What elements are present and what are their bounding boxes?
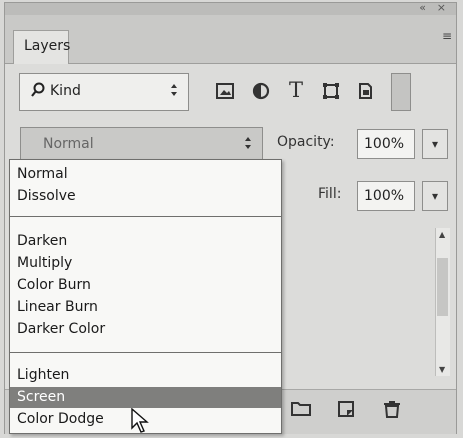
tab-layers-label: Layers <box>24 38 71 54</box>
blend-option-color-burn[interactable]: Color Burn <box>10 275 281 296</box>
collapse-panel-button[interactable]: « <box>419 2 426 14</box>
panel-menu-icon[interactable]: ≡ <box>442 29 452 43</box>
blend-option-darker-color[interactable]: Darker Color <box>10 319 281 340</box>
close-panel-button[interactable]: × <box>437 2 446 14</box>
fill-dropdown-button[interactable]: ▾ <box>422 181 448 211</box>
mouse-pointer-icon <box>130 407 152 438</box>
blend-option-lighten[interactable]: Lighten <box>10 365 281 386</box>
trash-icon[interactable] <box>383 400 401 423</box>
type-filter-icon[interactable]: T <box>283 77 309 103</box>
scrollbar-thumb[interactable] <box>437 258 448 316</box>
select-arrows-icon <box>170 83 178 100</box>
filter-toggle[interactable] <box>391 73 411 111</box>
blend-mode-value: Normal <box>43 136 94 152</box>
opacity-dropdown-button[interactable]: ▾ <box>422 129 448 159</box>
blend-option-dissolve[interactable]: Dissolve <box>10 186 281 207</box>
filter-kind-label: Kind <box>50 83 81 99</box>
blend-option-linear-burn[interactable]: Linear Burn <box>10 297 281 318</box>
blend-mode-select[interactable]: Normal <box>20 127 263 161</box>
smart-object-filter-icon[interactable] <box>353 79 377 103</box>
blend-option-multiply[interactable]: Multiply <box>10 253 281 274</box>
select-arrows-icon <box>244 136 252 153</box>
search-icon <box>30 82 46 102</box>
filter-kind-select[interactable]: Kind <box>19 73 189 111</box>
shape-filter-icon[interactable] <box>319 79 343 103</box>
new-layer-icon[interactable] <box>337 400 355 423</box>
adjustment-filter-icon[interactable] <box>249 79 273 103</box>
opacity-label: Opacity: <box>277 134 335 150</box>
blend-option-darken[interactable]: Darken <box>10 231 281 252</box>
menu-separator <box>10 352 281 353</box>
scroll-down-icon[interactable]: ▼ <box>439 365 445 374</box>
scroll-up-icon[interactable]: ▲ <box>439 230 445 239</box>
blend-option-normal[interactable]: Normal <box>10 164 281 185</box>
fill-label: Fill: <box>318 186 342 202</box>
menu-separator <box>10 216 281 217</box>
blend-mode-menu: Normal Dissolve Darken Multiply Color Bu… <box>9 159 282 434</box>
layers-scrollbar[interactable]: ▲ ▼ <box>435 228 450 376</box>
tab-layers[interactable]: Layers <box>13 30 71 64</box>
tab-bar: Layers ≡ <box>5 15 456 64</box>
fill-input[interactable]: 100% <box>357 181 415 211</box>
opacity-input[interactable]: 100% <box>357 129 415 159</box>
new-group-icon[interactable] <box>291 400 311 421</box>
image-filter-icon[interactable] <box>213 79 237 103</box>
blend-option-screen[interactable]: Screen <box>10 387 281 408</box>
